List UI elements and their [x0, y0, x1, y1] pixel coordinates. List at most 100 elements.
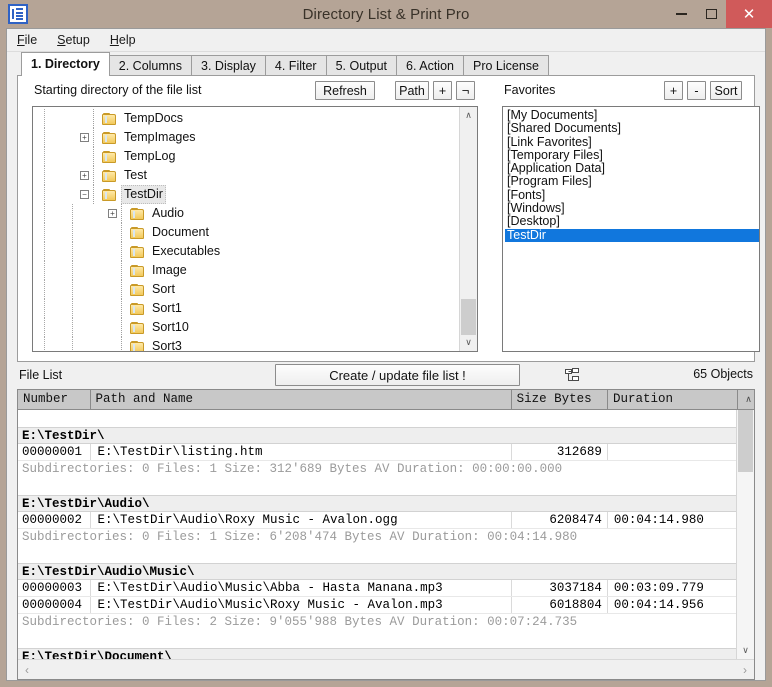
column-header-duration[interactable]: Duration [608, 390, 737, 409]
tree-item[interactable]: Sort3 [33, 337, 460, 351]
tree-item[interactable]: + Test [33, 166, 460, 185]
tree-item[interactable]: TempDocs [33, 109, 460, 128]
grid-scroll-down-icon[interactable]: ∨ [737, 642, 754, 659]
tree-scroll-down-icon[interactable]: ∨ [460, 334, 477, 351]
tree-item[interactable]: Image [33, 261, 460, 280]
favorites-item[interactable]: [Temporary Files] [505, 148, 759, 162]
tree-vertical-scrollbar[interactable]: ∧ ∨ [459, 107, 477, 351]
tree-item[interactable]: − TestDir [33, 185, 460, 204]
favorites-remove-button[interactable]: - [687, 81, 706, 100]
favorites-label: Favorites [504, 83, 556, 97]
file-number-cell: 00000004 [18, 597, 91, 613]
file-list-grid: Number Path and Name Size Bytes Duration… [17, 389, 755, 680]
tree-item[interactable]: Document [33, 223, 460, 242]
tab-display[interactable]: 3. Display [191, 55, 266, 76]
tree-item[interactable]: + TempImages [33, 128, 460, 147]
favorites-item[interactable]: [Application Data] [505, 161, 759, 175]
tree-item[interactable]: TempLog [33, 147, 460, 166]
column-header-path-and-name[interactable]: Path and Name [91, 390, 512, 409]
file-list-row[interactable]: 00000001 E:\TestDir\listing.htm 312689 [18, 444, 737, 461]
file-duration-cell: 00:04:14.980 [613, 513, 704, 527]
file-list-spacer-row [18, 478, 737, 495]
file-list-group-row[interactable]: E:\TestDir\Document\ [18, 648, 737, 659]
group-path-label: E:\TestDir\Audio\ [22, 497, 150, 511]
tree-scroll-up-icon[interactable]: ∧ [460, 107, 477, 124]
directory-tree-list[interactable]: TempDocs + TempImages TempLog + Test − TestDir +… [33, 109, 460, 351]
tree-item[interactable]: + Audio [33, 204, 460, 223]
tree-expander-plus-icon[interactable]: + [80, 133, 89, 142]
menu-file[interactable]: File [17, 33, 37, 47]
favorites-item[interactable]: [Windows] [505, 201, 759, 215]
file-list-row[interactable]: 00000004 E:\TestDir\Audio\Music\Roxy Musi… [18, 597, 737, 614]
tree-expander-plus-icon[interactable]: + [108, 209, 117, 218]
file-number-cell: 00000001 [18, 444, 91, 460]
favorites-item[interactable]: [Link Favorites] [505, 135, 759, 149]
tree-connector-icon [117, 261, 128, 280]
file-number-cell: 00000002 [18, 512, 91, 528]
tree-connector-icon [117, 337, 128, 351]
folder-icon [130, 340, 145, 351]
menu-setup[interactable]: Setup [57, 33, 90, 47]
grid-scroll-thumb[interactable] [738, 410, 753, 472]
tab-action[interactable]: 6. Action [396, 55, 464, 76]
file-list-row[interactable]: 00000003 E:\TestDir\Audio\Music\Abba - Ha… [18, 580, 737, 597]
tree-expander-plus-icon[interactable]: + [80, 171, 89, 180]
grid-horizontal-scrollbar[interactable]: ‹ › [18, 659, 754, 679]
file-list-row[interactable]: 00000002 E:\TestDir\Audio\Roxy Music - Av… [18, 512, 737, 529]
tree-scroll-thumb[interactable] [461, 299, 476, 335]
grid-vertical-scrollbar[interactable]: ∨ [736, 410, 754, 659]
file-path-name-cell: E:\TestDir\Audio\Music\Roxy Music - Aval… [91, 597, 512, 613]
tab-pro-license[interactable]: Pro License [462, 55, 549, 76]
hierarchy-icon[interactable] [560, 363, 584, 387]
menu-help[interactable]: Help [110, 33, 136, 47]
up-level-icon-button[interactable]: ¬ [456, 81, 475, 100]
tree-item-label: TempImages [124, 130, 196, 144]
favorites-item[interactable]: [My Documents] [505, 108, 759, 122]
summary-text: Subdirectories: 0 Files: 2 Size: 9'055'9… [22, 615, 578, 629]
favorites-items[interactable]: [My Documents] [Shared Documents] [Link Fa… [503, 107, 759, 242]
favorites-item[interactable]: [Shared Documents] [505, 121, 759, 135]
column-header-size-bytes[interactable]: Size Bytes [512, 390, 608, 409]
folder-icon [102, 188, 117, 201]
maximize-button[interactable] [696, 0, 726, 28]
favorites-item[interactable]: [Program Files] [505, 175, 759, 189]
column-header-number[interactable]: Number [18, 390, 91, 409]
close-button[interactable]: ✕ [726, 0, 772, 28]
add-directory-button[interactable]: + [433, 81, 452, 100]
file-list-body[interactable]: E:\TestDir\ 00000001 E:\TestDir\listing.ht… [18, 410, 754, 659]
favorites-add-button[interactable]: + [664, 81, 683, 100]
file-duration-cell [608, 444, 737, 460]
tree-item[interactable]: Executables [33, 242, 460, 261]
tab-columns[interactable]: 2. Columns [108, 55, 193, 76]
file-list-group-row[interactable]: E:\TestDir\ [18, 427, 737, 444]
file-list-rows[interactable]: E:\TestDir\ 00000001 E:\TestDir\listing.ht… [18, 410, 737, 659]
favorites-item[interactable]: [Fonts] [505, 188, 759, 202]
tree-item[interactable]: Sort1 [33, 299, 460, 318]
create-update-file-list-button[interactable]: Create / update file list ! [275, 364, 520, 386]
folder-icon [102, 169, 117, 182]
directory-toolbar: Starting directory of the file list Refr… [18, 76, 754, 104]
tab-filter[interactable]: 4. Filter [264, 55, 327, 76]
file-list-group-row[interactable]: E:\TestDir\Audio\Music\ [18, 563, 737, 580]
path-button[interactable]: Path [395, 81, 429, 100]
directory-tree[interactable]: TempDocs + TempImages TempLog + Test − TestDir +… [32, 106, 478, 352]
favorites-item[interactable]: TestDir [505, 228, 759, 242]
tab-directory[interactable]: 1. Directory [21, 52, 110, 76]
refresh-button[interactable]: Refresh [315, 81, 375, 100]
file-list-group-row[interactable]: E:\TestDir\Audio\ [18, 495, 737, 512]
grid-scroll-up-icon[interactable]: ∧ [737, 390, 754, 409]
file-size-cell: 6208474 [512, 512, 608, 528]
grid-scroll-right-icon[interactable]: › [736, 661, 754, 679]
tree-item[interactable]: Sort [33, 280, 460, 299]
file-list-header: Number Path and Name Size Bytes Duration… [18, 390, 754, 410]
favorites-list[interactable]: [My Documents] [Shared Documents] [Link Fa… [502, 106, 760, 352]
grid-scroll-left-icon[interactable]: ‹ [18, 661, 36, 679]
favorites-sort-button[interactable]: Sort [710, 81, 742, 100]
minimize-button[interactable] [666, 0, 696, 28]
tree-expander-minus-icon[interactable]: − [80, 190, 89, 199]
favorites-item[interactable]: [Desktop] [505, 215, 759, 229]
tree-connector-icon [117, 204, 128, 223]
tab-output[interactable]: 5. Output [325, 55, 398, 76]
tree-item[interactable]: Sort10 [33, 318, 460, 337]
folder-icon [130, 321, 145, 334]
